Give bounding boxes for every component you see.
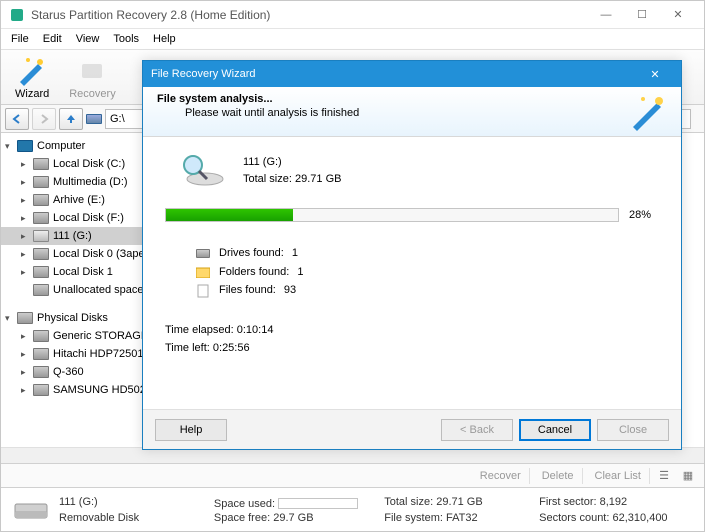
disk-icon <box>33 194 49 206</box>
dialog-titlebar: File Recovery Wizard ✕ <box>143 61 681 87</box>
stat-folders: Folders found: 1 <box>195 263 659 282</box>
disk-icon <box>33 176 49 188</box>
cancel-button[interactable]: Cancel <box>519 419 591 441</box>
dialog-footer: Help < Back Cancel Close <box>143 409 681 449</box>
view-grid-icon[interactable]: ▦ <box>678 467 698 485</box>
wizard-label: Wizard <box>15 88 49 100</box>
dialog-disk-size: Total size: 29.71 GB <box>243 171 341 188</box>
disk-icon <box>33 266 49 278</box>
recovery-icon <box>76 54 108 86</box>
stat-files: Files found: 93 <box>195 281 659 300</box>
magic-wand-icon <box>627 91 671 134</box>
space-usage-bar <box>278 498 358 509</box>
dialog-disk-name: 111 (G:) <box>243 154 341 171</box>
footer-name: 111 (G:) <box>59 496 214 510</box>
footer-info: 111 (G:) Space used: Total size: 29.71 G… <box>1 487 704 531</box>
dialog-body: 111 (G:) Total size: 29.71 GB 28% Drives… <box>143 137 681 409</box>
drive-small-icon <box>195 246 211 260</box>
drive-icon <box>86 114 102 124</box>
disk-icon <box>33 284 49 296</box>
disk-icon <box>33 248 49 260</box>
help-button[interactable]: Help <box>155 419 227 441</box>
footer-space-used: Space used: <box>214 496 384 510</box>
usb-disk-icon <box>33 230 49 242</box>
file-icon <box>195 284 211 298</box>
wizard-button[interactable]: Wizard <box>7 52 57 102</box>
window-title: Starus Partition Recovery 2.8 (Home Edit… <box>31 8 588 22</box>
disk-icon <box>33 348 49 360</box>
time-elapsed: Time elapsed: 0:10:14 <box>165 322 659 340</box>
menu-file[interactable]: File <box>5 31 35 47</box>
footer-drive-icon <box>11 494 51 526</box>
disk-icon <box>33 366 49 378</box>
dialog-close-button[interactable]: ✕ <box>637 63 673 85</box>
progress-bar <box>165 208 619 222</box>
folder-icon <box>195 265 211 279</box>
nav-back-button[interactable] <box>5 108 29 130</box>
menu-help[interactable]: Help <box>147 31 182 47</box>
dialog-title: File Recovery Wizard <box>151 68 637 80</box>
time-left: Time left: 0:25:56 <box>165 340 659 358</box>
footer-fs: File system: FAT32 <box>384 512 539 524</box>
footer-type: Removable Disk <box>59 512 214 524</box>
progress-percent: 28% <box>629 209 659 221</box>
maximize-button[interactable]: ☐ <box>624 5 660 25</box>
recovery-button: Recovery <box>61 52 123 102</box>
back-button: < Back <box>441 419 513 441</box>
progress-fill <box>166 209 293 221</box>
close-button[interactable]: ✕ <box>660 5 696 25</box>
close-dialog-button: Close <box>597 419 669 441</box>
view-list-icon[interactable]: ☰ <box>654 467 674 485</box>
menubar: File Edit View Tools Help <box>1 29 704 49</box>
menu-tools[interactable]: Tools <box>107 31 145 47</box>
disk-icon <box>33 330 49 342</box>
dialog-heading: File system analysis... <box>157 93 667 105</box>
physical-disk-icon <box>17 312 33 324</box>
footer-first-sector: First sector: 8,192 <box>539 496 694 510</box>
dialog-subheading: Please wait until analysis is finished <box>157 107 667 119</box>
delete-action[interactable]: Delete <box>534 468 583 484</box>
stat-drives: Drives found: 1 <box>195 244 659 263</box>
dialog-header: File system analysis... Please wait unti… <box>143 87 681 137</box>
minimize-button[interactable]: — <box>588 5 624 25</box>
computer-icon <box>17 140 33 152</box>
titlebar: Starus Partition Recovery 2.8 (Home Edit… <box>1 1 704 29</box>
footer-total-size: Total size: 29.71 GB <box>384 496 539 510</box>
recovery-label: Recovery <box>69 88 115 100</box>
clear-list-action[interactable]: Clear List <box>587 468 650 484</box>
disk-icon <box>33 384 49 396</box>
app-icon <box>9 7 25 23</box>
magnify-disk-icon <box>175 149 227 192</box>
menu-view[interactable]: View <box>70 31 106 47</box>
footer-space-free: Space free: 29.7 GB <box>214 512 384 524</box>
recover-action[interactable]: Recover <box>472 468 530 484</box>
actionbar: Recover Delete Clear List ☰ ▦ <box>1 463 704 487</box>
footer-sectors: Sectors count: 62,310,400 <box>539 512 694 524</box>
recovery-wizard-dialog: File Recovery Wizard ✕ File system analy… <box>142 60 682 450</box>
disk-icon <box>33 212 49 224</box>
wizard-icon <box>16 54 48 86</box>
menu-edit[interactable]: Edit <box>37 31 68 47</box>
nav-up-button[interactable] <box>59 108 83 130</box>
disk-icon <box>33 158 49 170</box>
nav-forward-button[interactable] <box>32 108 56 130</box>
